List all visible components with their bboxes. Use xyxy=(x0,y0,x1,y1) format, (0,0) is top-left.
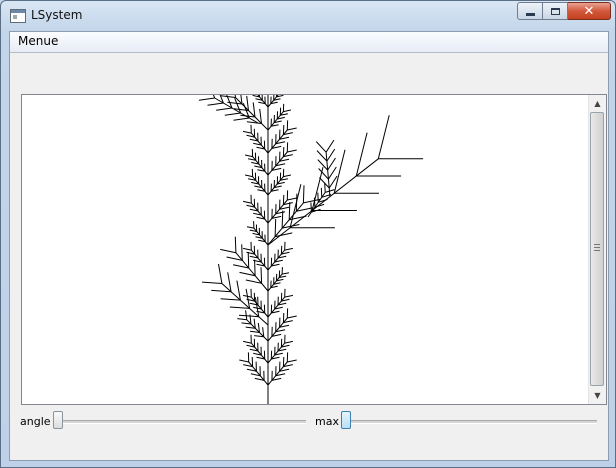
main-window: LSystem ✕ Menue ▲ ▼ angle max xyxy=(0,0,616,468)
plant-branch xyxy=(333,149,346,194)
plant-branch xyxy=(235,252,269,292)
plant-branch xyxy=(235,97,269,131)
scrollbar-thumb[interactable] xyxy=(590,112,604,386)
plant-branch xyxy=(242,247,252,251)
plant-branch xyxy=(315,141,327,153)
scroll-down-icon[interactable]: ▼ xyxy=(589,387,606,404)
plant-branch xyxy=(284,247,294,251)
grip-icon xyxy=(594,244,600,251)
plant-branch xyxy=(242,200,252,204)
title-bar[interactable]: LSystem ✕ xyxy=(1,1,615,31)
app-window-icon[interactable] xyxy=(10,9,26,23)
plant-branch xyxy=(247,251,250,269)
plant-branch xyxy=(238,314,259,318)
window-title: LSystem xyxy=(31,8,83,22)
plant-branch xyxy=(257,95,269,108)
minimize-icon xyxy=(525,12,535,16)
plant-branch xyxy=(212,95,216,99)
plant-branch xyxy=(281,210,284,229)
client-area: Menue ▲ ▼ angle max xyxy=(9,31,609,461)
plant-branch xyxy=(244,174,253,178)
plant-branch xyxy=(260,267,263,284)
plant-branch xyxy=(326,148,336,162)
plant-branch xyxy=(246,226,254,229)
plant-branch xyxy=(229,306,250,309)
plant-branch xyxy=(274,218,277,237)
plant-branch xyxy=(283,109,292,113)
plant-branch xyxy=(267,95,279,108)
plant-branch xyxy=(327,157,336,171)
caption-buttons: ✕ xyxy=(517,2,611,20)
plant-branch xyxy=(220,95,236,98)
plant-branch xyxy=(242,130,252,134)
plant-branch xyxy=(287,149,297,153)
lsystem-plant-drawing xyxy=(198,95,424,404)
plant-branch xyxy=(245,310,248,320)
max-label: max xyxy=(315,415,339,428)
plant-branch xyxy=(284,340,294,344)
angle-label: angle xyxy=(20,415,51,428)
plant-branch xyxy=(237,318,247,321)
plant-branch xyxy=(288,202,291,220)
plant-branch xyxy=(327,166,337,180)
plant-branch xyxy=(202,281,222,284)
plant-branch xyxy=(267,202,304,246)
close-icon: ✕ xyxy=(583,3,595,19)
angle-slider-handle[interactable] xyxy=(53,411,63,429)
plant-branch xyxy=(242,340,252,344)
plant-branch xyxy=(220,248,237,254)
plant-branch xyxy=(302,185,305,203)
plant-branch xyxy=(220,298,241,301)
plant-branch xyxy=(246,319,269,342)
plant-branch xyxy=(324,182,326,193)
scroll-up-icon[interactable]: ▲ xyxy=(589,95,606,112)
minimize-button[interactable] xyxy=(517,2,543,20)
vertical-scrollbar[interactable]: ▲ ▼ xyxy=(588,95,606,404)
plant-branch xyxy=(287,197,297,201)
plant-branch xyxy=(284,294,294,298)
plant-branch xyxy=(283,174,292,178)
plant-branch xyxy=(244,154,253,158)
plant-branch xyxy=(355,132,368,177)
plant-branch xyxy=(218,263,223,284)
plant-branch xyxy=(254,259,256,276)
plant-branch xyxy=(233,117,250,121)
plant-branch xyxy=(289,184,302,228)
plant-branch xyxy=(267,158,379,246)
plant-branch xyxy=(377,115,390,159)
plant-branch xyxy=(287,359,297,363)
plant-branch xyxy=(198,97,215,101)
plant-branch xyxy=(317,192,319,203)
plant-branch xyxy=(287,127,297,131)
plant-branch xyxy=(239,359,249,363)
max-slider-track[interactable] xyxy=(344,420,597,424)
plant-branch xyxy=(207,102,224,106)
plant-branch xyxy=(313,197,316,208)
plant-branch xyxy=(216,107,233,111)
maximize-icon xyxy=(550,7,560,15)
menu-bar: Menue xyxy=(10,32,608,53)
menu-item-menue[interactable]: Menue xyxy=(17,34,59,48)
plant-branch xyxy=(320,187,323,198)
maximize-button[interactable] xyxy=(543,2,568,20)
plant-branch xyxy=(310,202,312,213)
plant-branch xyxy=(287,315,297,319)
plant-branch xyxy=(241,244,243,261)
plant-branch xyxy=(234,236,237,253)
drawing-canvas[interactable]: ▲ ▼ xyxy=(21,94,607,405)
angle-slider-track[interactable] xyxy=(54,420,306,424)
plant-branch xyxy=(282,272,290,275)
plant-branch xyxy=(224,112,241,116)
plant-branch xyxy=(325,139,335,153)
max-slider-handle[interactable] xyxy=(341,411,351,429)
plant-branch xyxy=(211,289,232,293)
close-button[interactable]: ✕ xyxy=(568,2,611,20)
